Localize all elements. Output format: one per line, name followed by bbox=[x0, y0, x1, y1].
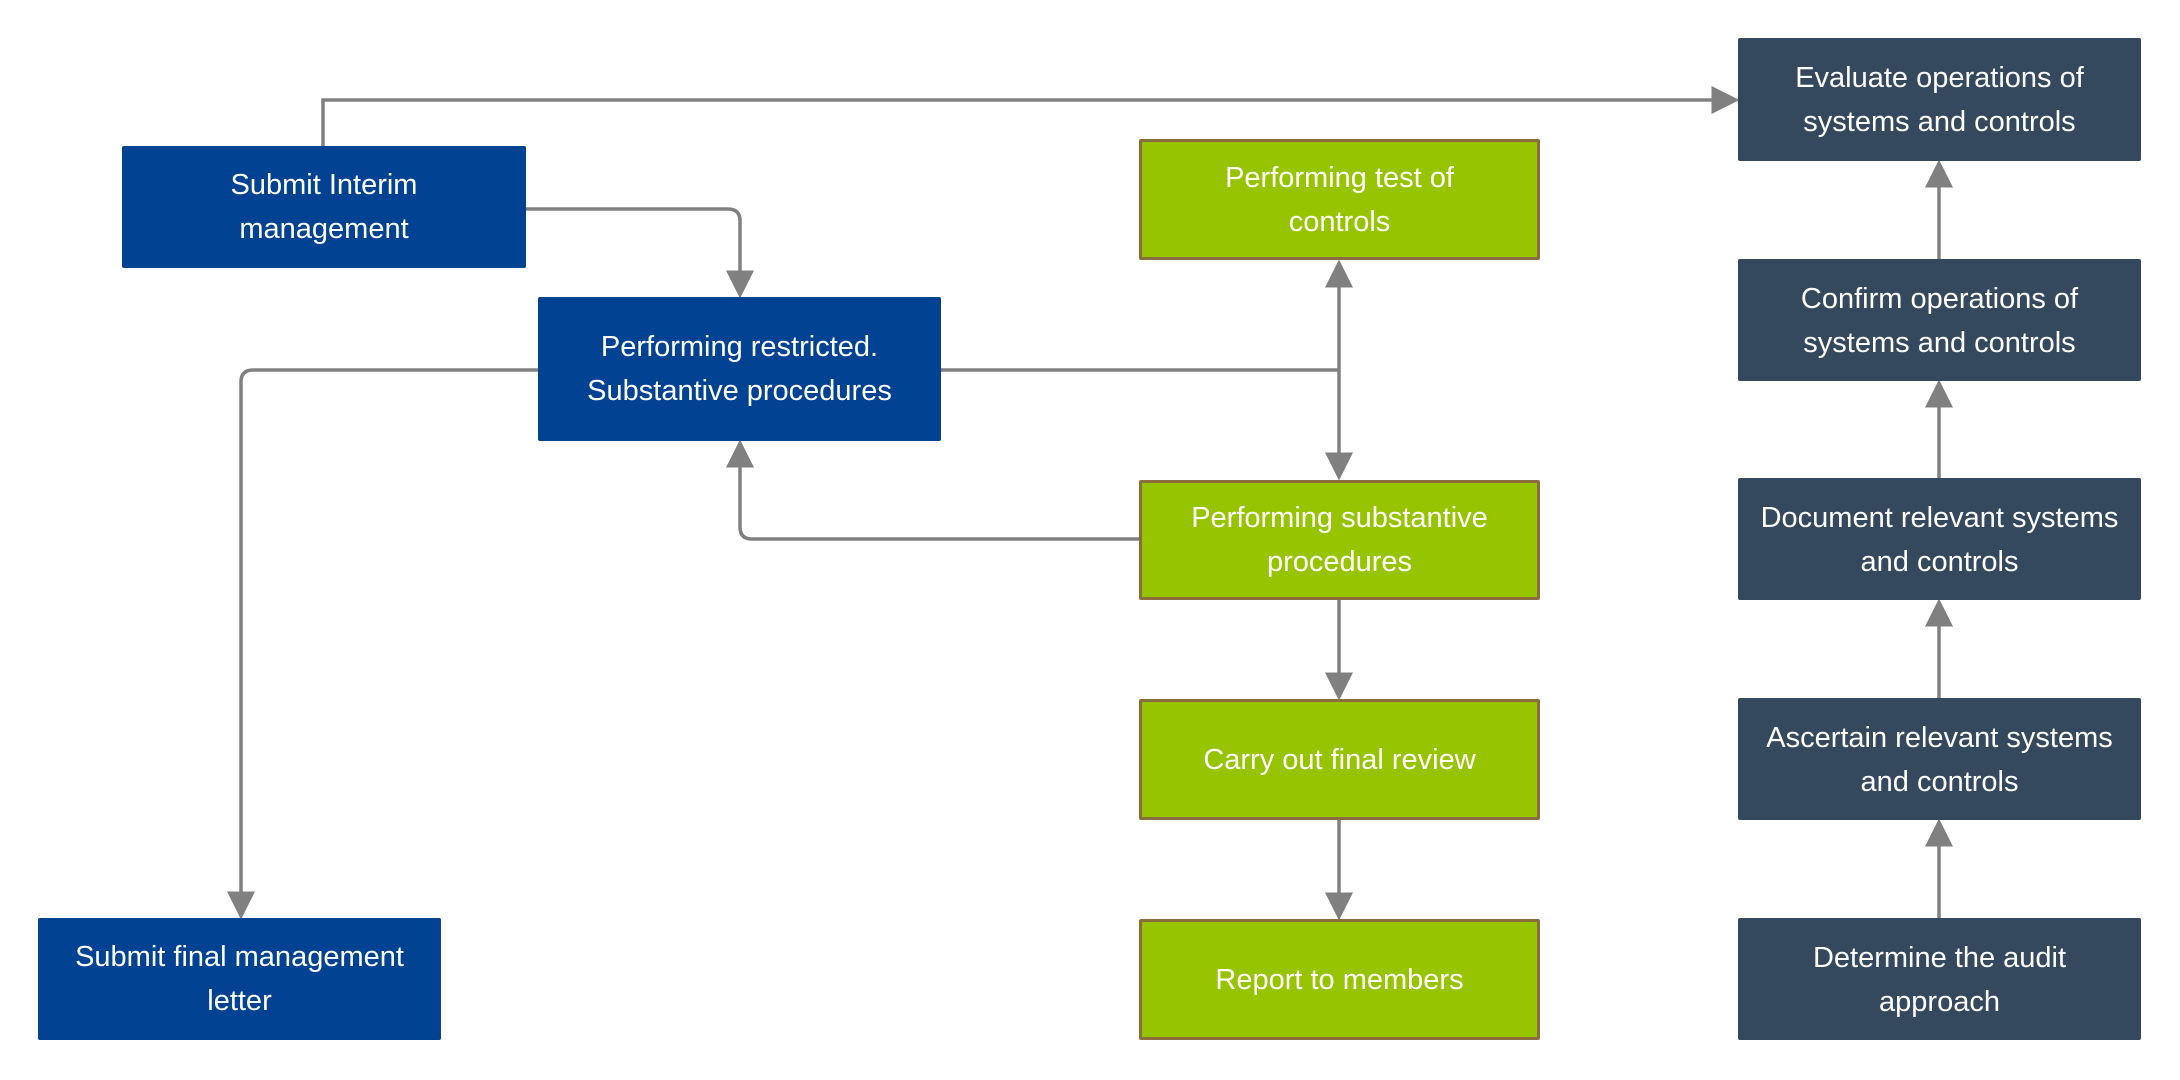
connector-restricted-to-final-letter bbox=[227, 368, 538, 920]
node-document-systems[interactable]: Document relevant systems and controls bbox=[1738, 478, 2141, 600]
node-ascertain-systems[interactable]: Ascertain relevant systems and controls bbox=[1738, 698, 2141, 820]
node-determine-approach[interactable]: Determine the audit approach bbox=[1738, 918, 2141, 1040]
node-label: Performing substantive procedures bbox=[1191, 502, 1488, 578]
node-label: Evaluate operations of systems and contr… bbox=[1795, 62, 2084, 138]
node-submit-final-letter[interactable]: Submit final management letter bbox=[38, 918, 441, 1040]
node-label: Ascertain relevant systems and controls bbox=[1766, 722, 2113, 798]
node-label: Confirm operations of systems and contro… bbox=[1800, 283, 2079, 359]
node-restricted-procedures[interactable]: Performing restricted. Substantive proce… bbox=[538, 297, 941, 441]
node-label: Document relevant systems and controls bbox=[1760, 502, 2119, 578]
node-label: Performing test of controls bbox=[1225, 161, 1454, 238]
node-label: Carry out final review bbox=[1203, 743, 1476, 776]
node-label: Performing restricted. Substantive proce… bbox=[587, 331, 892, 407]
node-report-to-members[interactable]: Report to members bbox=[1139, 919, 1540, 1040]
node-label: Report to members bbox=[1215, 963, 1464, 996]
node-test-of-controls[interactable]: Performing test of controls bbox=[1139, 139, 1540, 260]
node-label: Submit final management letter bbox=[75, 941, 404, 1017]
node-substantive-procedures[interactable]: Performing substantive procedures bbox=[1139, 480, 1540, 600]
node-final-review[interactable]: Carry out final review bbox=[1139, 699, 1540, 820]
node-submit-interim[interactable]: Submit Interim management bbox=[122, 146, 526, 268]
node-label: Submit Interim management bbox=[230, 169, 418, 245]
node-confirm-operations[interactable]: Confirm operations of systems and contro… bbox=[1738, 259, 2141, 381]
connector-substantive-to-restricted bbox=[726, 439, 1139, 541]
connector-interim-to-restricted bbox=[526, 207, 754, 299]
node-evaluate-operations[interactable]: Evaluate operations of systems and contr… bbox=[1738, 38, 2141, 161]
node-label: Determine the audit approach bbox=[1812, 942, 2067, 1018]
